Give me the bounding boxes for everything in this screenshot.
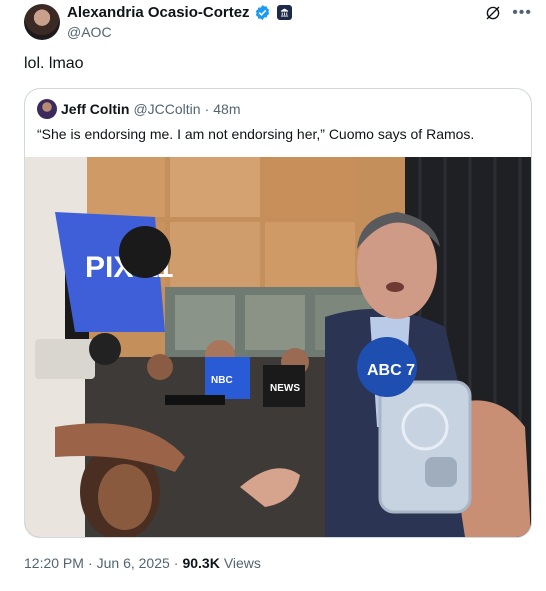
quoted-header: Jeff Coltin @JCColtin · 48m [37, 99, 240, 119]
nbc-logo-text: NBC [211, 375, 233, 386]
more-icon[interactable]: ••• [512, 5, 532, 21]
top-actions: ••• [484, 4, 532, 22]
author-avatar[interactable] [24, 4, 60, 40]
grok-icon[interactable] [484, 4, 502, 22]
meta-separator: · [87, 555, 93, 571]
abc7-mic: ABC 7 [357, 337, 417, 397]
author-name[interactable]: Alexandria Ocasio-Cortez [67, 4, 250, 21]
quoted-tweet-card[interactable]: Jeff Coltin @JCColtin · 48m “She is endo… [24, 88, 532, 538]
quoted-handle: @JCColtin [133, 101, 201, 117]
abc7-logo-text: ABC 7 [367, 362, 415, 379]
author-name-row: Alexandria Ocasio-Cortez [67, 4, 292, 21]
tweet-time[interactable]: 12:20 PM [24, 555, 84, 571]
views-count[interactable]: 90.3K [182, 555, 219, 571]
quoted-photo[interactable]: PIX 11 NBC NEWS ABC 7 [25, 157, 531, 537]
quoted-separator: · [204, 101, 210, 117]
news-logo-text: NEWS [270, 383, 300, 394]
tweet-meta-row: 12:20 PM · Jun 6, 2025 · 90.3K Views [24, 555, 261, 571]
views-label: Views [223, 555, 261, 571]
verified-badge-icon [255, 5, 269, 20]
meta-separator: · [173, 555, 179, 571]
news-mic: NEWS [263, 365, 305, 407]
quoted-age: 48m [213, 101, 241, 117]
tweet-date[interactable]: Jun 6, 2025 [97, 555, 170, 571]
gov-badge-icon [276, 5, 292, 20]
tweet-text: lol. lmao [24, 55, 84, 72]
pix11-mic: PIX 11 [55, 212, 173, 342]
author-handle[interactable]: @AOC [67, 24, 112, 40]
press-scrum-illustration: PIX 11 NBC NEWS ABC 7 [25, 157, 531, 537]
quoted-name: Jeff Coltin [61, 101, 130, 117]
quoted-avatar [37, 99, 57, 119]
quoted-text: “She is endorsing me. I am not endorsing… [37, 126, 475, 142]
